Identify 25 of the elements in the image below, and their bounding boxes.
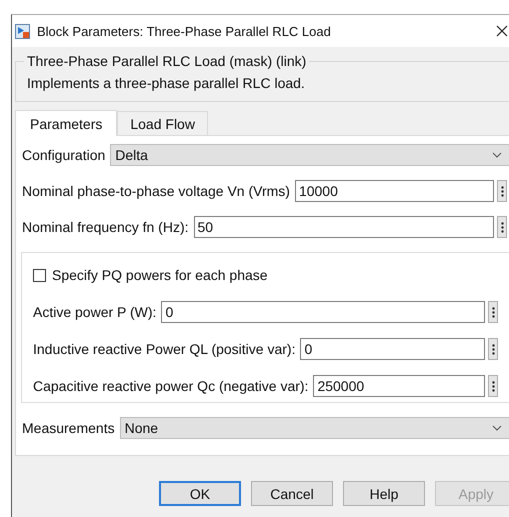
dialog-button[interactable]: Cancel <box>251 481 333 506</box>
field-label: Measurements <box>22 420 115 436</box>
input-field[interactable]: 250000 <box>313 375 485 397</box>
group-title: Three-Phase Parallel RLC Load (mask) (link) <box>24 53 310 69</box>
field-label: Nominal frequency fn (Hz): <box>22 219 189 235</box>
dropdown-value: Delta <box>115 147 149 163</box>
window-title: Block Parameters: Three-Phase Parallel RLC Load <box>37 24 332 38</box>
dialog-button[interactable]: OK <box>159 481 241 506</box>
field-label: Capacitive reactive power Qc (negative var): <box>33 378 308 394</box>
dropdown-value: None <box>124 420 160 436</box>
dropdown[interactable]: None <box>120 417 509 439</box>
dropdown[interactable]: Delta <box>110 144 509 166</box>
input-field[interactable]: 0 <box>300 338 485 360</box>
description-text: Implements a three-phase parallel RLC load. <box>27 75 306 91</box>
tab[interactable]: Parameters <box>15 110 118 136</box>
field-label: Active power P (W): <box>33 304 156 320</box>
field-label: Configuration <box>22 147 106 163</box>
field-label: Inductive reactive Power QL (positive var): <box>33 341 296 357</box>
input-field[interactable]: 50 <box>194 216 494 238</box>
tab[interactable]: Load Flow <box>117 111 208 135</box>
dialog-button[interactable]: Help <box>343 481 425 506</box>
checkbox-label: Specify PQ powers for each phase <box>52 267 268 283</box>
field-label: Nominal phase-to-phase voltage Vn (Vrms) <box>22 183 290 199</box>
input-field[interactable]: 10000 <box>294 180 494 202</box>
input-field[interactable]: 0 <box>161 301 485 323</box>
